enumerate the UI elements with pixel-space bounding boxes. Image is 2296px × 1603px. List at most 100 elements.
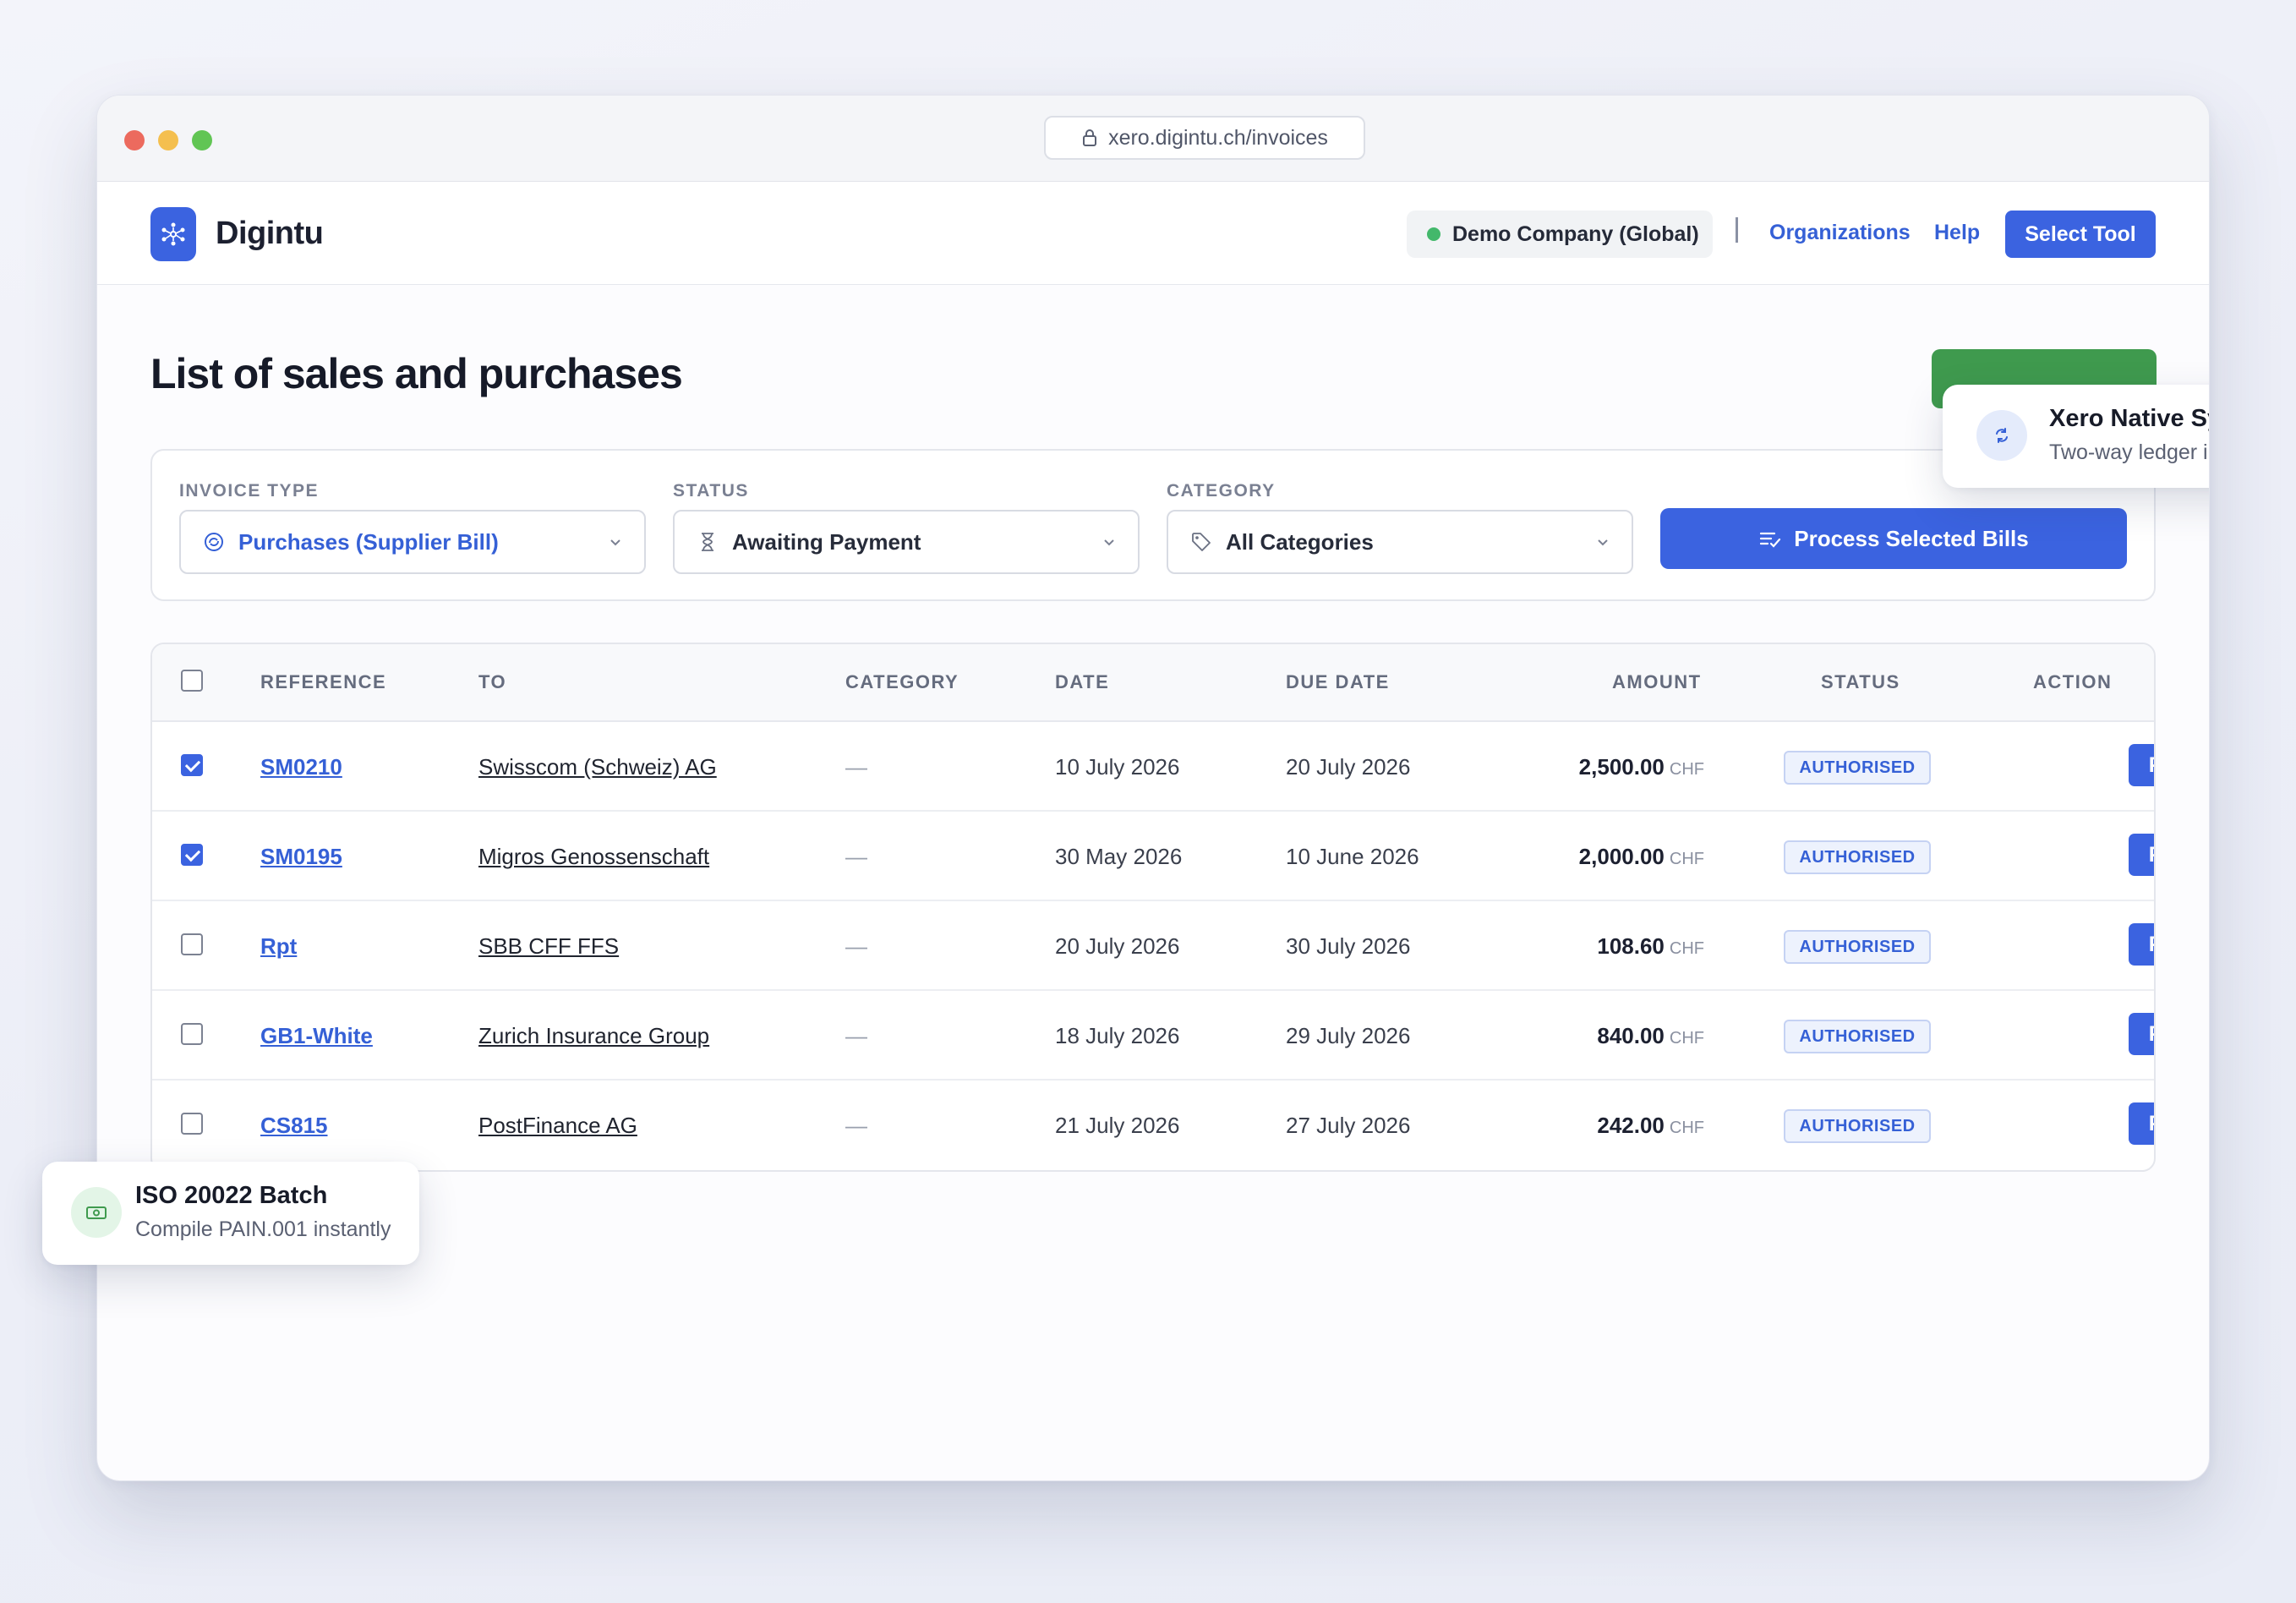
help-link[interactable]: Help xyxy=(1934,221,1980,245)
amount-cell: 840.00 CHF xyxy=(1597,1023,1704,1049)
due-date-cell: 27 July 2026 xyxy=(1286,1113,1411,1138)
process-selected-bills-button[interactable]: Process Selected Bills xyxy=(1660,508,2127,569)
col-category: CATEGORY xyxy=(845,671,959,692)
chevron-down-icon xyxy=(1598,539,1608,546)
row-checkbox[interactable] xyxy=(181,844,203,866)
due-date-cell: 29 July 2026 xyxy=(1286,1023,1411,1048)
category-value: All Categories xyxy=(1226,528,1374,555)
amount-value: 108.60 xyxy=(1597,933,1665,959)
xero-sync-toast: Xero Native Sync Two-way ledger integrat… xyxy=(1943,385,2209,488)
category-cell: — xyxy=(845,754,867,780)
date-cell: 21 July 2026 xyxy=(1055,1113,1180,1138)
due-date-cell: 20 July 2026 xyxy=(1286,754,1411,780)
status-badge: AUTHORISED xyxy=(1784,1020,1931,1053)
iso-toast-title: ISO 20022 Batch xyxy=(135,1182,328,1209)
address-bar[interactable]: xero.digintu.ch/invoices xyxy=(1044,116,1365,160)
table-row: GB1-White Zurich Insurance Group — 18 July … xyxy=(152,991,2154,1081)
table-row: CS815 PostFinance AG — 21 July 2026 27 July … xyxy=(152,1081,2154,1170)
contact-link[interactable]: Swisscom (Schweiz) AG xyxy=(478,754,717,780)
reference-link[interactable]: SM0195 xyxy=(260,844,342,870)
status-label: STATUS xyxy=(673,481,749,501)
row-checkbox[interactable] xyxy=(181,1023,203,1045)
contact-link[interactable]: Zurich Insurance Group xyxy=(478,1023,709,1049)
reference-link[interactable]: Rpt xyxy=(260,933,297,960)
row-checkbox[interactable] xyxy=(181,754,203,776)
cycle-icon xyxy=(205,533,223,551)
date-cell: 20 July 2026 xyxy=(1055,933,1180,959)
amount-value: 840.00 xyxy=(1597,1023,1665,1048)
minimize-window-button[interactable] xyxy=(158,130,178,150)
logo[interactable] xyxy=(150,207,196,261)
invoice-type-label: INVOICE TYPE xyxy=(179,481,320,501)
table-header: REFERENCE TO CATEGORY DATE DUE DATE AMOU… xyxy=(152,644,2154,722)
brand-name: Digintu xyxy=(216,216,324,251)
page-title: List of sales and purchases xyxy=(150,350,683,397)
contact-link[interactable]: SBB CFF FFS xyxy=(478,933,619,960)
organizations-link[interactable]: Organizations xyxy=(1769,221,1911,245)
status-value: Awaiting Payment xyxy=(732,528,921,555)
pay-button[interactable]: Pay xyxy=(2129,1102,2154,1145)
filter-panel: INVOICE TYPE STATUS CATEGORY Purchases (… xyxy=(150,449,2156,601)
due-date-cell: 30 July 2026 xyxy=(1286,933,1411,959)
currency-code: CHF xyxy=(1669,939,1704,958)
category-select[interactable]: All Categories xyxy=(1167,510,1633,574)
contact-link[interactable]: Migros Genossenschaft xyxy=(478,844,709,870)
currency-code: CHF xyxy=(1669,850,1704,868)
col-to: TO xyxy=(478,671,507,692)
nav-divider xyxy=(1736,217,1738,243)
status-dot xyxy=(1427,227,1440,241)
amount-cell: 2,500.00 CHF xyxy=(1579,754,1704,780)
reference-link[interactable]: GB1-White xyxy=(260,1023,373,1049)
table-row: SM0195 Migros Genossenschaft — 30 May 2026 1… xyxy=(152,812,2154,901)
reference-link[interactable]: SM0210 xyxy=(260,754,342,780)
amount-value: 242.00 xyxy=(1597,1113,1665,1138)
col-date: DATE xyxy=(1055,671,1110,692)
banknote-icon xyxy=(71,1187,122,1238)
col-status: STATUS xyxy=(1821,671,1900,692)
contact-link[interactable]: PostFinance AG xyxy=(478,1113,637,1139)
chevron-down-icon xyxy=(610,539,620,546)
invoice-type-value: Purchases (Supplier Bill) xyxy=(238,528,499,555)
amount-value: 2,000.00 xyxy=(1578,844,1665,869)
close-window-button[interactable] xyxy=(124,130,145,150)
currency-code: CHF xyxy=(1669,760,1704,779)
network-icon xyxy=(161,222,185,246)
category-cell: — xyxy=(845,1113,867,1138)
url-text: xero.digintu.ch/invoices xyxy=(1108,125,1328,150)
select-tool-button[interactable]: Select Tool xyxy=(2005,211,2156,258)
currency-code: CHF xyxy=(1669,1119,1704,1137)
list-check-icon xyxy=(1760,532,1781,548)
amount-cell: 242.00 CHF xyxy=(1597,1113,1704,1139)
reference-link[interactable]: CS815 xyxy=(260,1113,328,1139)
iso-toast-subtitle: Compile PAIN.001 instantly xyxy=(135,1217,391,1241)
date-cell: 10 July 2026 xyxy=(1055,754,1180,780)
select-all-checkbox[interactable] xyxy=(181,670,203,692)
row-checkbox[interactable] xyxy=(181,1113,203,1135)
maximize-window-button[interactable] xyxy=(192,130,212,150)
status-badge: AUTHORISED xyxy=(1784,840,1931,874)
company-name: Demo Company (Global) xyxy=(1452,222,1699,246)
invoice-type-select[interactable]: Purchases (Supplier Bill) xyxy=(179,510,646,574)
iso-batch-toast: ISO 20022 Batch Compile PAIN.001 instant… xyxy=(42,1162,419,1265)
invoice-table: REFERENCE TO CATEGORY DATE DUE DATE AMOU… xyxy=(150,643,2156,1172)
pay-button[interactable]: Pay xyxy=(2129,834,2154,876)
amount-value: 2,500.00 xyxy=(1578,754,1665,780)
process-button-label: Process Selected Bills xyxy=(1794,525,2029,551)
pay-button[interactable]: Pay xyxy=(2129,923,2154,966)
date-cell: 30 May 2026 xyxy=(1055,844,1183,869)
hourglass-icon xyxy=(702,533,713,551)
row-checkbox[interactable] xyxy=(181,933,203,955)
app-header: Digintu Demo Company (Global) Organizati… xyxy=(97,182,2209,285)
xero-toast-subtitle: Two-way ledger integration xyxy=(2049,440,2209,464)
company-switcher[interactable]: Demo Company (Global) xyxy=(1407,211,1713,258)
status-badge: AUTHORISED xyxy=(1784,1109,1931,1143)
xero-toast-title: Xero Native Sync xyxy=(2049,405,2209,432)
col-amount: AMOUNT xyxy=(1612,671,1702,692)
status-badge: AUTHORISED xyxy=(1784,751,1931,785)
pay-button[interactable]: Pay xyxy=(2129,744,2154,786)
category-label: CATEGORY xyxy=(1167,481,1276,501)
tag-icon xyxy=(1192,533,1211,551)
pay-button[interactable]: Pay xyxy=(2129,1013,2154,1055)
status-select[interactable]: Awaiting Payment xyxy=(673,510,1140,574)
col-action: ACTION xyxy=(2033,671,2113,692)
